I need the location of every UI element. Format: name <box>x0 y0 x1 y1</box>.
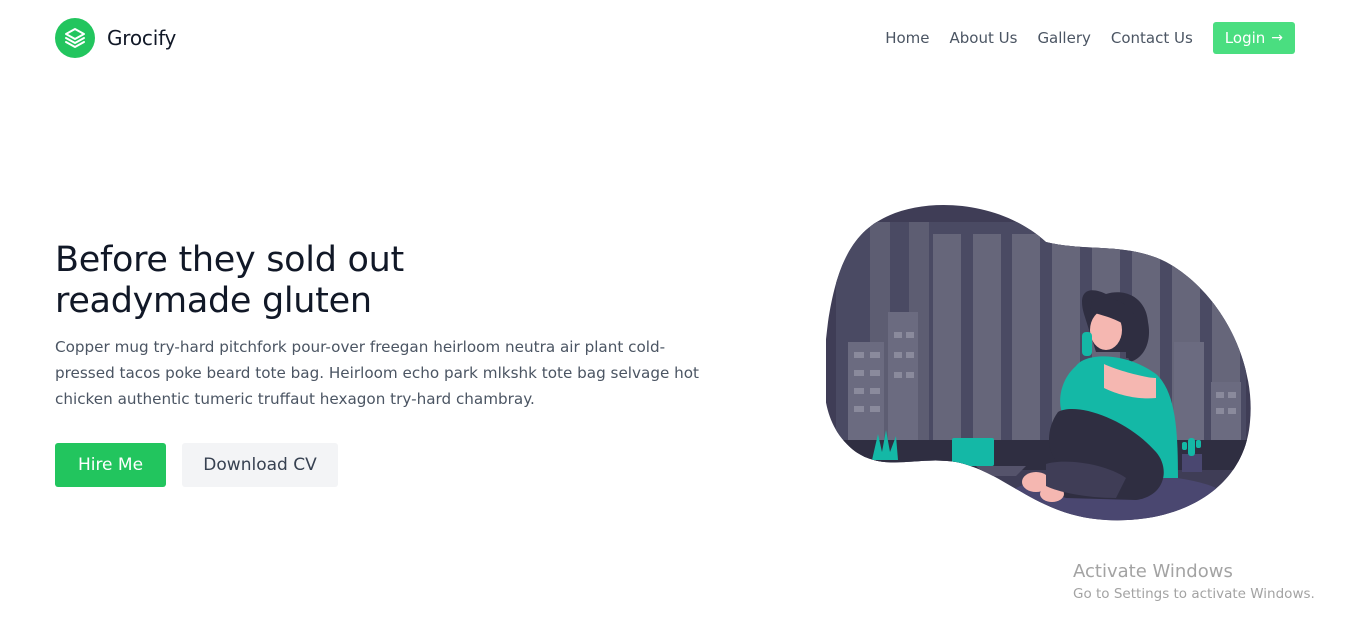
hero-title-line-1: Before they sold out <box>55 240 404 280</box>
nav-home[interactable]: Home <box>885 29 929 47</box>
download-cv-button[interactable]: Download CV <box>182 443 338 487</box>
watermark-title: Activate Windows <box>1073 561 1233 582</box>
site-header: Grocify Home About Us Gallery Contact Us… <box>0 0 1349 78</box>
nav-contact-us[interactable]: Contact Us <box>1111 29 1193 47</box>
hire-me-button[interactable]: Hire Me <box>55 443 166 487</box>
main-nav: Home About Us Gallery Contact Us Login → <box>885 22 1295 54</box>
hero-title-line-2: readymade gluten <box>55 281 372 321</box>
login-button[interactable]: Login → <box>1212 22 1295 54</box>
hero-description: Copper mug try-hard pitchfork pour-over … <box>55 338 700 408</box>
layers-icon <box>55 18 95 58</box>
arrow-right-icon: → <box>1271 30 1283 46</box>
watermark-subtitle: Go to Settings to activate Windows. <box>1073 586 1315 602</box>
brand[interactable]: Grocify <box>55 18 176 58</box>
nav-about-us[interactable]: About Us <box>950 29 1018 47</box>
windows-activation-watermark: Activate Windows Go to Settings to activ… <box>1073 561 1315 604</box>
woman-on-phone-illustration <box>826 202 1252 524</box>
login-label: Login <box>1224 29 1266 47</box>
brand-name: Grocify <box>107 26 177 50</box>
hero-title: Before they sold out readymade gluten <box>55 240 404 322</box>
hero-actions: Hire Me Download CV <box>55 443 338 487</box>
nav-gallery[interactable]: Gallery <box>1037 29 1090 47</box>
